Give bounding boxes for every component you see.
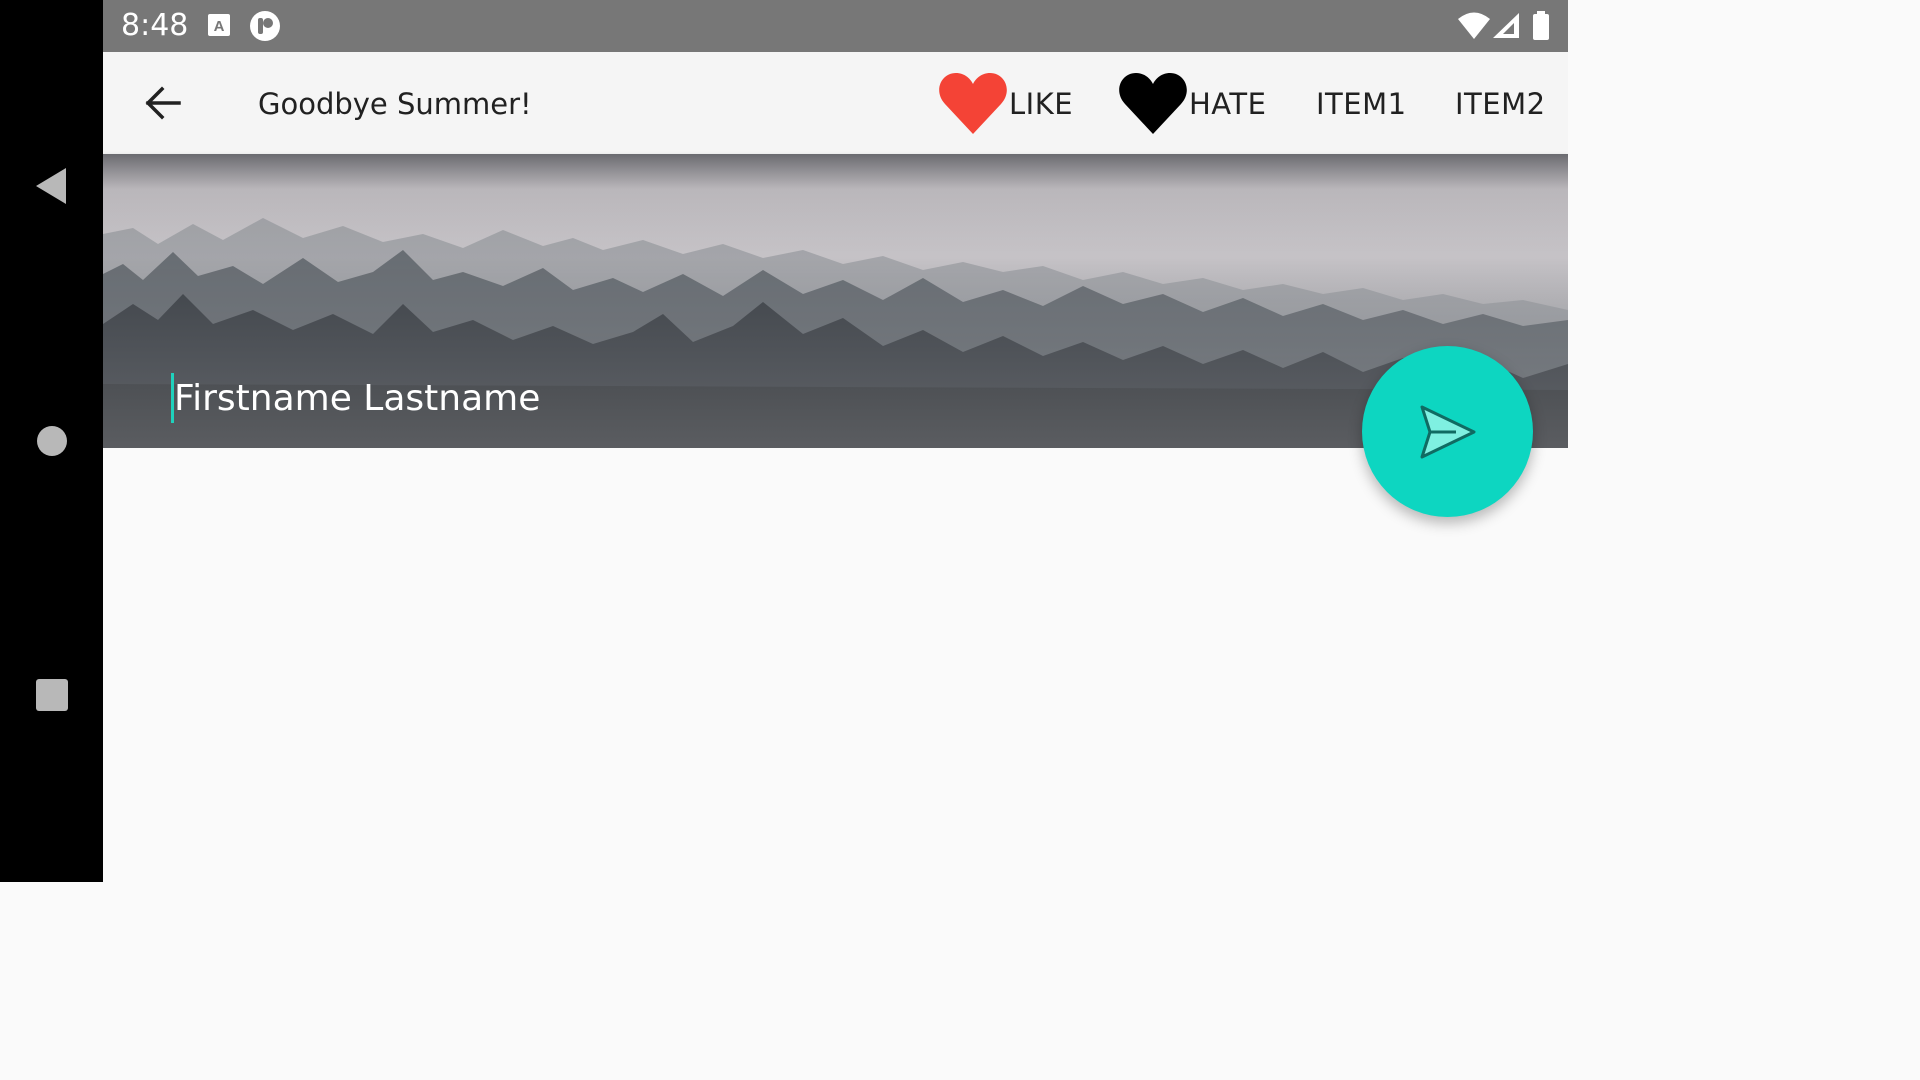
hate-action[interactable]: HATE: [1117, 72, 1266, 136]
wifi-icon: [1458, 12, 1490, 40]
like-action-label: LIKE: [1009, 87, 1074, 121]
misty-forest-image: Firstname Lastname: [103, 154, 1568, 448]
send-icon: [1420, 405, 1475, 458]
back-triangle-icon: [35, 168, 66, 204]
heart-icon: [939, 73, 1007, 134]
cell-signal-icon: [1492, 13, 1520, 39]
recents-square-icon: [35, 679, 68, 711]
item2-action[interactable]: ITEM2: [1455, 72, 1546, 136]
nav-home-button[interactable]: [0, 396, 103, 486]
arrow-left-icon: [145, 86, 181, 120]
heart-icon: [1119, 73, 1187, 134]
system-nav-bar: [0, 0, 103, 882]
battery-icon: [1531, 11, 1551, 41]
circle-p-notification-icon: [249, 10, 281, 42]
svg-text:A: A: [214, 18, 225, 35]
status-time: 8:48: [121, 8, 189, 43]
item1-action-label: ITEM1: [1316, 87, 1407, 121]
status-bar: 8:48 A: [103, 0, 1568, 52]
name-input[interactable]: Firstname Lastname: [171, 372, 540, 424]
page-title: Goodbye Summer!: [258, 87, 532, 121]
name-input-value: Firstname Lastname: [174, 377, 541, 419]
app-bar: Goodbye Summer! LIKE HATE ITEM1 ITEM2: [103, 52, 1568, 154]
a-notification-icon: A: [207, 12, 231, 38]
hate-action-label: HATE: [1189, 87, 1267, 121]
item1-action[interactable]: ITEM1: [1316, 72, 1407, 136]
nav-recents-button[interactable]: [0, 650, 103, 740]
send-fab[interactable]: [1362, 346, 1533, 517]
home-circle-icon: [36, 426, 67, 456]
back-button[interactable]: [133, 78, 193, 128]
content-area: [103, 448, 1568, 882]
nav-back-button[interactable]: [0, 141, 103, 231]
like-action[interactable]: LIKE: [937, 72, 1073, 136]
screen: 8:48 A Goodbye Summer! LIKE HATE ITEM1 I…: [0, 0, 1568, 882]
item2-action-label: ITEM2: [1455, 87, 1546, 121]
